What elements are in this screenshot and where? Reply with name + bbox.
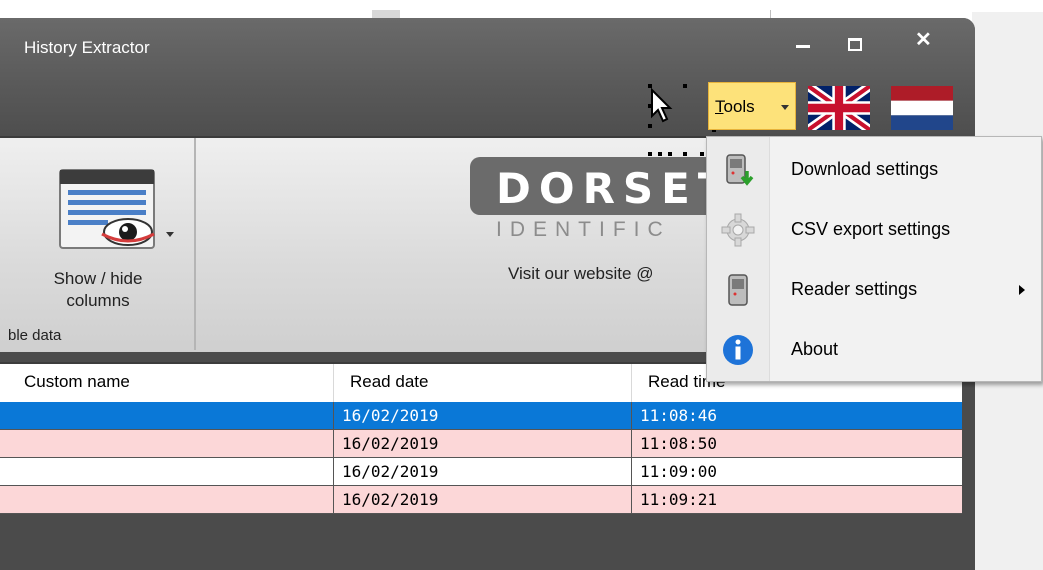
column-divider[interactable] (333, 364, 334, 402)
menu-item-label: About (791, 339, 839, 359)
cell-read-date: 16/02/2019 (342, 434, 439, 453)
row-divider (0, 513, 962, 514)
column-divider[interactable] (631, 364, 632, 402)
cell-divider (333, 430, 334, 458)
selection-handle (648, 124, 652, 128)
visit-website-link[interactable]: Visit our website @ (508, 264, 653, 284)
download-device-icon (726, 154, 754, 186)
tools-dropdown-menu: Download settings CSV export settings Re… (706, 136, 1042, 382)
minimize-icon[interactable] (796, 45, 810, 48)
menu-item-download-settings[interactable]: Download settings (707, 141, 1041, 199)
background-window-top (0, 0, 1043, 20)
ribbon-group-label: ble data (8, 327, 62, 344)
tools-label-rest: ools (723, 97, 755, 116)
cell-read-date: 16/02/2019 (342, 406, 439, 425)
ribbon-separator (194, 138, 196, 350)
cell-divider (333, 486, 334, 514)
tools-label: Tools (715, 97, 755, 117)
selection-handle (648, 152, 652, 156)
column-header-custom-name[interactable]: Custom name (24, 372, 130, 392)
cell-read-time: 11:08:46 (640, 406, 718, 425)
cell-read-date: 16/02/2019 (342, 462, 439, 481)
show-hide-columns-button[interactable]: Show / hide columns (38, 268, 158, 312)
selection-handle (668, 152, 672, 156)
close-icon[interactable]: ✕ (915, 27, 932, 52)
chevron-down-icon (781, 105, 789, 110)
cell-read-time: 11:08:50 (640, 434, 718, 453)
column-header-read-date[interactable]: Read date (350, 372, 428, 392)
window-title: History Extractor (24, 38, 150, 57)
cell-divider (631, 458, 632, 486)
cell-read-time: 11:09:00 (640, 462, 718, 481)
english-flag-icon[interactable] (808, 86, 870, 130)
selection-handle (683, 152, 687, 156)
dorset-logo-subtitle: IDENTIFIC (496, 218, 671, 241)
menu-item-csv-export-settings[interactable]: CSV export settings (707, 201, 1041, 259)
tools-menu-button[interactable]: Tools (708, 82, 796, 130)
show-hide-label-line1: Show / hide (53, 269, 143, 288)
maximize-icon[interactable] (848, 38, 862, 51)
show-hide-label-line2: columns (66, 291, 130, 310)
dutch-flag-icon[interactable] (891, 86, 953, 130)
menu-item-reader-settings[interactable]: Reader settings (707, 261, 1041, 319)
reader-device-icon (728, 274, 748, 306)
menu-item-label: Download settings (791, 159, 939, 179)
info-icon (723, 335, 753, 365)
menu-item-label: CSV export settings (791, 219, 951, 239)
selection-handle (658, 152, 662, 156)
cell-divider (333, 402, 334, 430)
table-row[interactable]: 16/02/2019 11:08:50 (0, 430, 962, 458)
gear-icon (721, 213, 755, 247)
menu-item-label: Reader settings (791, 279, 918, 299)
selection-handle (683, 84, 687, 88)
cell-divider (631, 402, 632, 430)
show-hide-columns-icon[interactable] (58, 168, 158, 252)
menu-item-about[interactable]: About (707, 321, 1041, 379)
selection-handle (700, 152, 704, 156)
cell-read-date: 16/02/2019 (342, 490, 439, 509)
mouse-cursor-icon (651, 88, 673, 123)
tools-label-mnemonic: T (715, 97, 724, 116)
table-row[interactable]: 16/02/2019 11:09:21 (0, 486, 962, 514)
cell-divider (631, 486, 632, 514)
cell-divider (333, 458, 334, 486)
dorset-logo: DORSET (496, 164, 735, 213)
table-row[interactable]: 16/02/2019 11:09:00 (0, 458, 962, 486)
table-row[interactable]: 16/02/2019 11:08:46 (0, 402, 962, 430)
cell-divider (631, 430, 632, 458)
chevron-right-icon (1019, 285, 1025, 295)
chevron-down-icon[interactable] (166, 232, 174, 237)
cell-read-time: 11:09:21 (640, 490, 718, 509)
